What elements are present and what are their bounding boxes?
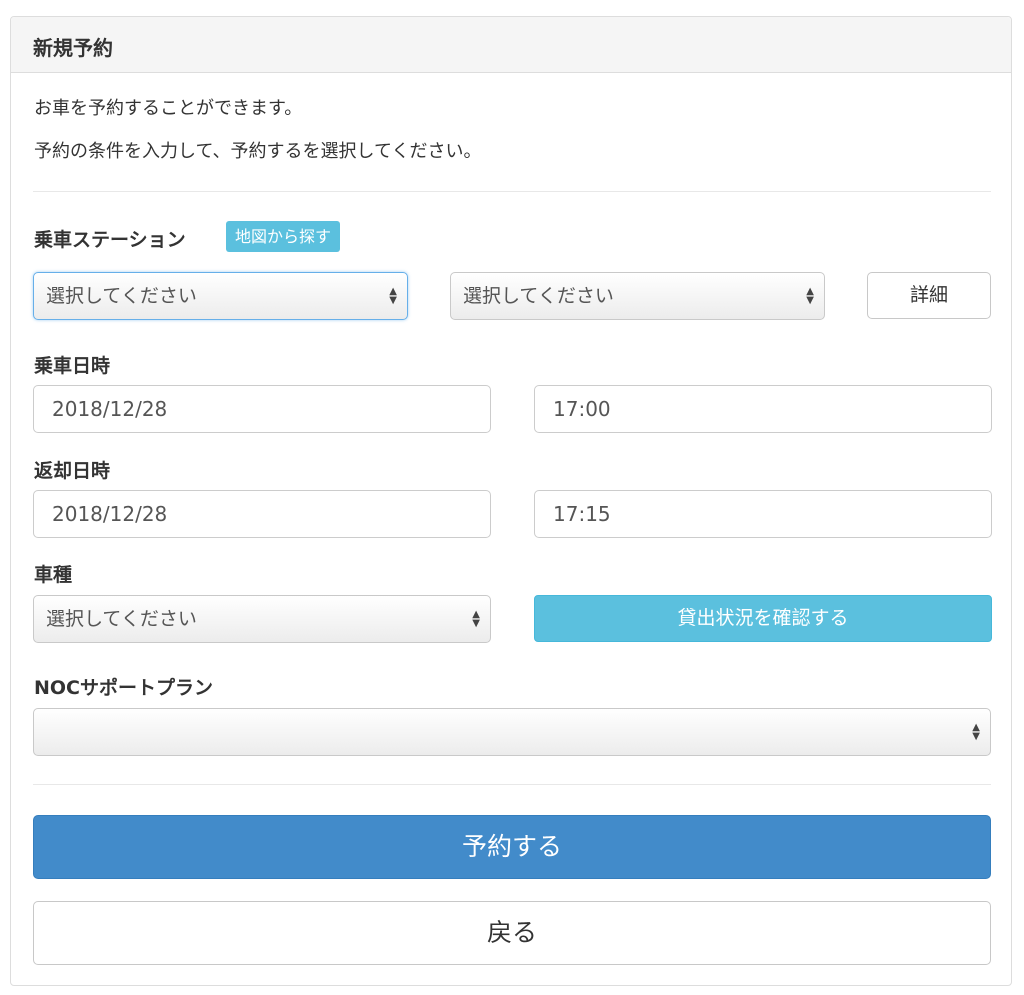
updown-arrows-icon: ▲ ▼ xyxy=(806,286,814,306)
details-button[interactable]: 詳細 xyxy=(867,272,991,319)
reservation-panel: 新規予約 お車を予約することができます。 予約の条件を入力して、予約するを選択し… xyxy=(10,16,1012,986)
noc-plan-select[interactable]: ▲ ▼ xyxy=(33,708,991,756)
intro-line-2: 予約の条件を入力して、予約するを選択してください。 xyxy=(34,141,482,162)
intro-line-1: お車を予約することができます。 xyxy=(34,98,303,119)
car-type-select-value: 選択してください xyxy=(46,608,197,630)
return-time-input[interactable]: 17:15 xyxy=(534,490,992,538)
car-type-select[interactable]: 選択してください ▲ ▼ xyxy=(33,595,491,643)
panel-heading: 新規予約 xyxy=(11,17,1011,73)
station-select-2[interactable]: 選択してください ▲ ▼ xyxy=(450,272,825,320)
pickup-datetime-label: 乗車日時 xyxy=(34,355,111,377)
station-select-1-value: 選択してください xyxy=(46,285,197,307)
return-datetime-label: 返却日時 xyxy=(34,460,111,482)
updown-arrows-icon: ▲ ▼ xyxy=(972,722,980,742)
divider xyxy=(33,191,991,192)
pickup-time-input[interactable]: 17:00 xyxy=(534,385,992,433)
divider xyxy=(33,784,991,785)
updown-arrows-icon: ▲ ▼ xyxy=(472,609,480,629)
noc-plan-label: NOCサポートプラン xyxy=(34,677,213,699)
reserve-button[interactable]: 予約する xyxy=(33,815,991,879)
pickup-date-input[interactable]: 2018/12/28 xyxy=(33,385,491,433)
station-label: 乗車ステーション xyxy=(34,229,186,251)
panel-title: 新規予約 xyxy=(33,36,113,60)
check-availability-button[interactable]: 貸出状況を確認する xyxy=(534,595,992,642)
return-date-input[interactable]: 2018/12/28 xyxy=(33,490,491,538)
updown-arrows-icon: ▲ ▼ xyxy=(389,286,397,306)
car-type-label: 車種 xyxy=(34,564,73,586)
map-search-badge[interactable]: 地図から探す xyxy=(226,221,341,252)
station-select-2-value: 選択してください xyxy=(463,285,614,307)
back-button[interactable]: 戻る xyxy=(33,901,991,965)
station-select-1[interactable]: 選択してください ▲ ▼ xyxy=(33,272,408,320)
